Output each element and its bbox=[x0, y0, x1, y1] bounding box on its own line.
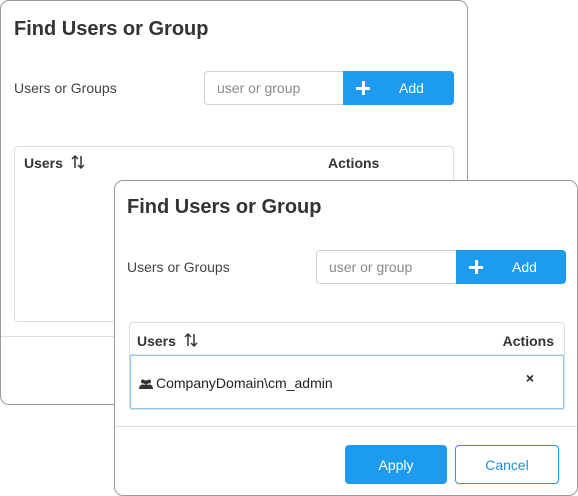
cancel-button[interactable]: Cancel bbox=[455, 445, 559, 484]
table-row[interactable]: CompanyDomain\cm_admin × bbox=[130, 355, 564, 409]
users-table: Users Actions CompanyDomain\cm_admin × bbox=[129, 322, 565, 410]
add-button-label: Add bbox=[399, 80, 424, 96]
user-name: CompanyDomain\cm_admin bbox=[156, 375, 333, 391]
sort-icon[interactable] bbox=[184, 332, 198, 348]
find-users-dialog: Find Users or Group Users or Groups Add … bbox=[114, 180, 578, 496]
dialog-title: Find Users or Group bbox=[127, 196, 322, 218]
apply-button[interactable]: Apply bbox=[345, 445, 447, 484]
actions-column-header: Actions bbox=[328, 155, 380, 171]
users-or-groups-label: Users or Groups bbox=[127, 259, 230, 275]
plus-icon bbox=[468, 259, 484, 275]
add-button-label: Add bbox=[512, 259, 537, 275]
add-button[interactable]: Add bbox=[343, 71, 454, 105]
user-or-group-input[interactable] bbox=[316, 250, 456, 284]
actions-column-header: Actions bbox=[502, 333, 554, 349]
users-column-header[interactable]: Users bbox=[137, 333, 176, 349]
footer-divider bbox=[115, 426, 577, 427]
remove-icon[interactable]: × bbox=[526, 370, 534, 386]
user-or-group-input[interactable] bbox=[204, 71, 343, 105]
dialog-title: Find Users or Group bbox=[14, 18, 209, 40]
users-or-groups-label: Users or Groups bbox=[14, 80, 117, 96]
users-column-header[interactable]: Users bbox=[24, 155, 63, 171]
sort-icon[interactable] bbox=[71, 154, 85, 170]
add-button[interactable]: Add bbox=[456, 250, 566, 284]
group-icon bbox=[139, 379, 153, 389]
plus-icon bbox=[355, 80, 371, 96]
